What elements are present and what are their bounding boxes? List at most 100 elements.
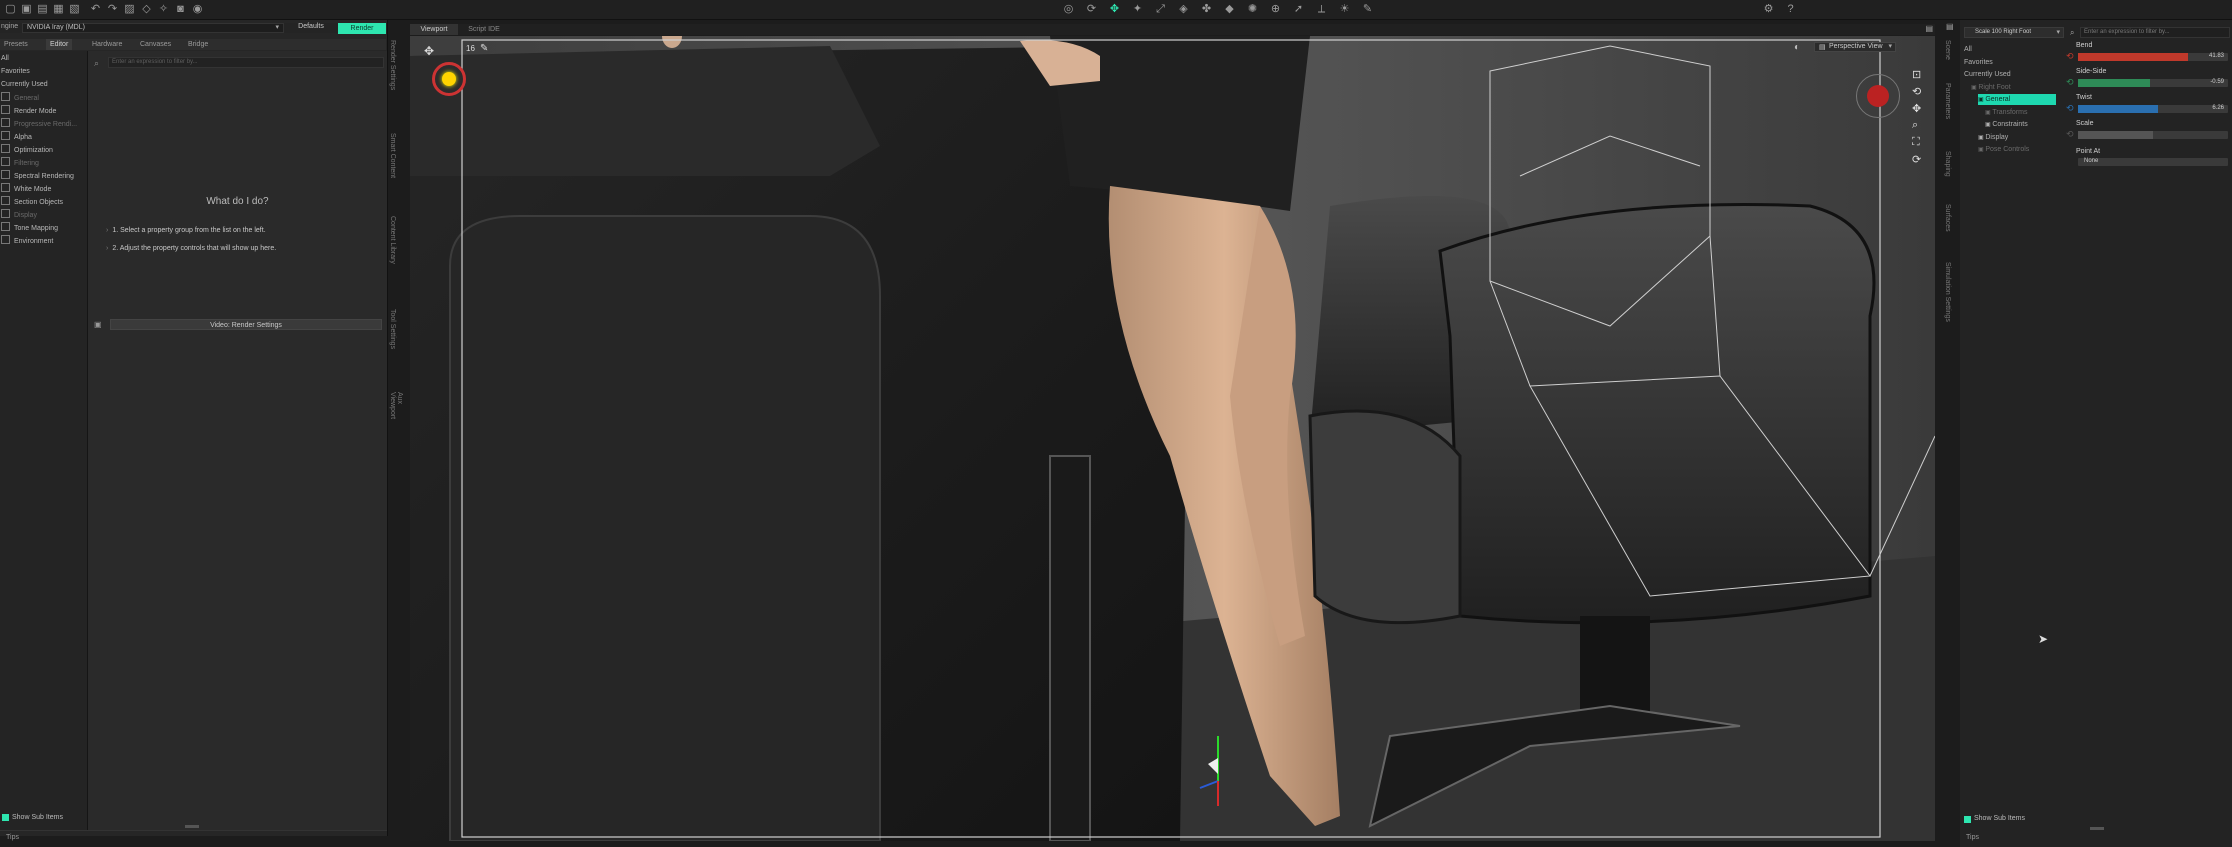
tree-item[interactable]: Favorites bbox=[1964, 57, 1993, 68]
group-item[interactable]: Environment bbox=[1, 235, 53, 247]
align-icon[interactable]: ⟂ bbox=[1315, 3, 1328, 16]
frame-icon[interactable]: ⛶ bbox=[1912, 136, 1920, 149]
group-checkbox[interactable] bbox=[1, 209, 10, 218]
tab-viewport[interactable]: Viewport bbox=[410, 24, 458, 35]
pin-icon[interactable]: ✎ bbox=[480, 43, 488, 54]
video-render-settings-button[interactable]: Video: Render Settings bbox=[110, 319, 382, 330]
new-file-icon[interactable]: ▢ bbox=[4, 3, 17, 16]
reset-icon[interactable]: ⟲ bbox=[2066, 129, 2074, 140]
side-tab[interactable]: Shaping bbox=[1944, 151, 1951, 177]
translate-icon[interactable]: ✥ bbox=[1108, 3, 1121, 16]
group-checkbox[interactable] bbox=[1, 170, 10, 179]
group-item[interactable]: Spectral Rendering bbox=[1, 170, 74, 182]
parameter-slider[interactable]: -0.59 bbox=[2078, 79, 2228, 87]
light-gizmo[interactable] bbox=[432, 62, 466, 96]
tree-item[interactable]: ▣ General bbox=[1978, 94, 2056, 105]
tree-item[interactable]: ▣ Pose Controls bbox=[1978, 144, 2029, 155]
group-item[interactable]: White Mode bbox=[1, 183, 51, 195]
group-item[interactable]: Section Objects bbox=[1, 196, 63, 208]
filter-input[interactable]: Enter an expression to filter by... bbox=[108, 57, 384, 68]
resize-handle[interactable] bbox=[2090, 827, 2104, 830]
save-icon[interactable]: ▦ bbox=[52, 3, 65, 16]
group-checkbox[interactable] bbox=[1, 131, 10, 140]
group-item[interactable]: Currently Used bbox=[1, 79, 48, 91]
group-checkbox[interactable] bbox=[1, 105, 10, 114]
tab-presets[interactable]: Presets bbox=[0, 39, 32, 50]
engine-select[interactable]: NVIDIA Iray (MDL) ▾ bbox=[22, 23, 284, 33]
pen-icon[interactable]: ✎ bbox=[1361, 3, 1374, 16]
group-checkbox[interactable] bbox=[1, 222, 10, 231]
help-icon[interactable]: ? bbox=[1784, 3, 1797, 16]
scene-icon[interactable]: ▨ bbox=[123, 3, 136, 16]
orbit-icon[interactable]: ◎ bbox=[1062, 3, 1075, 16]
view-select[interactable]: ▤ Perspective View ▾ bbox=[1814, 42, 1896, 52]
open-file-icon[interactable]: ▣ bbox=[20, 3, 33, 16]
filter-input[interactable]: Enter an expression to filter by... bbox=[2080, 27, 2230, 38]
render-icon[interactable]: ◉ bbox=[191, 3, 204, 16]
group-item[interactable]: Filtering bbox=[1, 157, 39, 169]
side-tab[interactable]: Surfaces bbox=[1944, 204, 1951, 232]
camera-icon[interactable]: ◙ bbox=[174, 3, 187, 16]
group-checkbox[interactable] bbox=[1, 92, 10, 101]
joint-editor-icon[interactable]: ✧ bbox=[157, 3, 170, 16]
tree-item[interactable]: ▣ Display bbox=[1978, 132, 2008, 143]
geometry-editor-icon[interactable]: ◈ bbox=[1177, 3, 1190, 16]
tree-item[interactable]: Currently Used bbox=[1964, 69, 2011, 80]
group-item[interactable]: Optimization bbox=[1, 144, 53, 156]
side-tab[interactable]: Aux Viewport bbox=[389, 392, 403, 420]
surface-selection-icon[interactable]: ◆ bbox=[1223, 3, 1236, 16]
tree-item[interactable]: ▣ Right Foot bbox=[1971, 82, 2011, 93]
defaults-button[interactable]: Defaults bbox=[292, 23, 330, 33]
pane-menu-icon[interactable]: ▤ bbox=[1946, 22, 1954, 31]
redo-icon[interactable]: ↷ bbox=[106, 3, 119, 16]
side-tab[interactable]: Parameters bbox=[1944, 83, 1951, 119]
save-as-icon[interactable]: ▧ bbox=[68, 3, 81, 16]
side-tab[interactable]: Scene bbox=[1944, 40, 1951, 60]
pointer-icon[interactable]: ➚ bbox=[1292, 3, 1305, 16]
pane-menu-icon[interactable]: ▤ bbox=[1925, 24, 1933, 33]
node-selection-icon[interactable]: ◇ bbox=[140, 3, 153, 16]
tab-canvases[interactable]: Canvases bbox=[136, 39, 175, 50]
side-tab[interactable]: Tool Settings bbox=[389, 309, 396, 349]
tips-tab[interactable]: Tips bbox=[6, 834, 19, 841]
reset-icon[interactable]: ⟲ bbox=[2066, 103, 2074, 114]
side-tab[interactable]: Render Settings bbox=[389, 40, 396, 90]
side-tab[interactable]: Smart Content bbox=[389, 133, 396, 178]
group-checkbox[interactable] bbox=[1, 196, 10, 205]
show-sub-items-checkbox[interactable] bbox=[1964, 816, 1971, 823]
settings-icon[interactable]: ⚙ bbox=[1762, 3, 1775, 16]
render-button[interactable]: Render bbox=[338, 23, 386, 34]
reset-view-icon[interactable]: ⟳ bbox=[1912, 153, 1921, 166]
group-item[interactable]: General bbox=[1, 92, 39, 104]
reset-icon[interactable]: ⟲ bbox=[2066, 51, 2074, 62]
side-tab[interactable]: Simulation Settings bbox=[1944, 262, 1951, 322]
tab-script-ide[interactable]: Script IDE bbox=[460, 24, 508, 35]
undo-icon[interactable]: ↶ bbox=[89, 3, 102, 16]
tips-tab[interactable]: Tips bbox=[1966, 834, 1979, 841]
show-sub-items-checkbox[interactable] bbox=[2, 814, 9, 821]
parameter-slider[interactable]: 41.83 bbox=[2078, 53, 2228, 61]
open-recent-icon[interactable]: ▤ bbox=[36, 3, 49, 16]
group-item[interactable]: Display bbox=[1, 209, 37, 221]
group-checkbox[interactable] bbox=[1, 235, 10, 244]
tree-item[interactable]: ▣ Constraints bbox=[1985, 119, 2028, 130]
tab-hardware[interactable]: Hardware bbox=[88, 39, 126, 50]
point-at-select[interactable]: None bbox=[2078, 158, 2228, 166]
region-nav-icon[interactable]: ⊕ bbox=[1269, 3, 1282, 16]
universal-icon[interactable]: ✦ bbox=[1131, 3, 1144, 16]
tree-item[interactable]: ▣ Transforms bbox=[1985, 107, 2027, 118]
group-item[interactable]: All bbox=[1, 53, 9, 65]
3d-viewport[interactable]: ✥ 16 ✎ ◐ ▤ Perspective View ▾ ⊡ ⟲ ✥ ⌕ ⛶ ⟳ bbox=[410, 36, 1935, 841]
zoom-icon[interactable]: ⌕ bbox=[1912, 119, 1918, 132]
node-weight-icon[interactable]: ✺ bbox=[1246, 3, 1259, 16]
tab-editor[interactable]: Editor bbox=[46, 39, 73, 50]
figure-tool-icon[interactable]: ✤ bbox=[1200, 3, 1213, 16]
group-item[interactable]: Favorites bbox=[1, 66, 30, 78]
spotlight-icon[interactable]: ☀ bbox=[1338, 3, 1351, 16]
resize-handle[interactable] bbox=[185, 825, 199, 828]
group-item[interactable]: Alpha bbox=[1, 131, 32, 143]
node-select[interactable]: Scale 100 Right Foot ▾ bbox=[1964, 27, 2064, 38]
rotate-icon[interactable]: ⟳ bbox=[1085, 3, 1098, 16]
group-checkbox[interactable] bbox=[1, 157, 10, 166]
group-item[interactable]: Render Mode bbox=[1, 105, 56, 117]
